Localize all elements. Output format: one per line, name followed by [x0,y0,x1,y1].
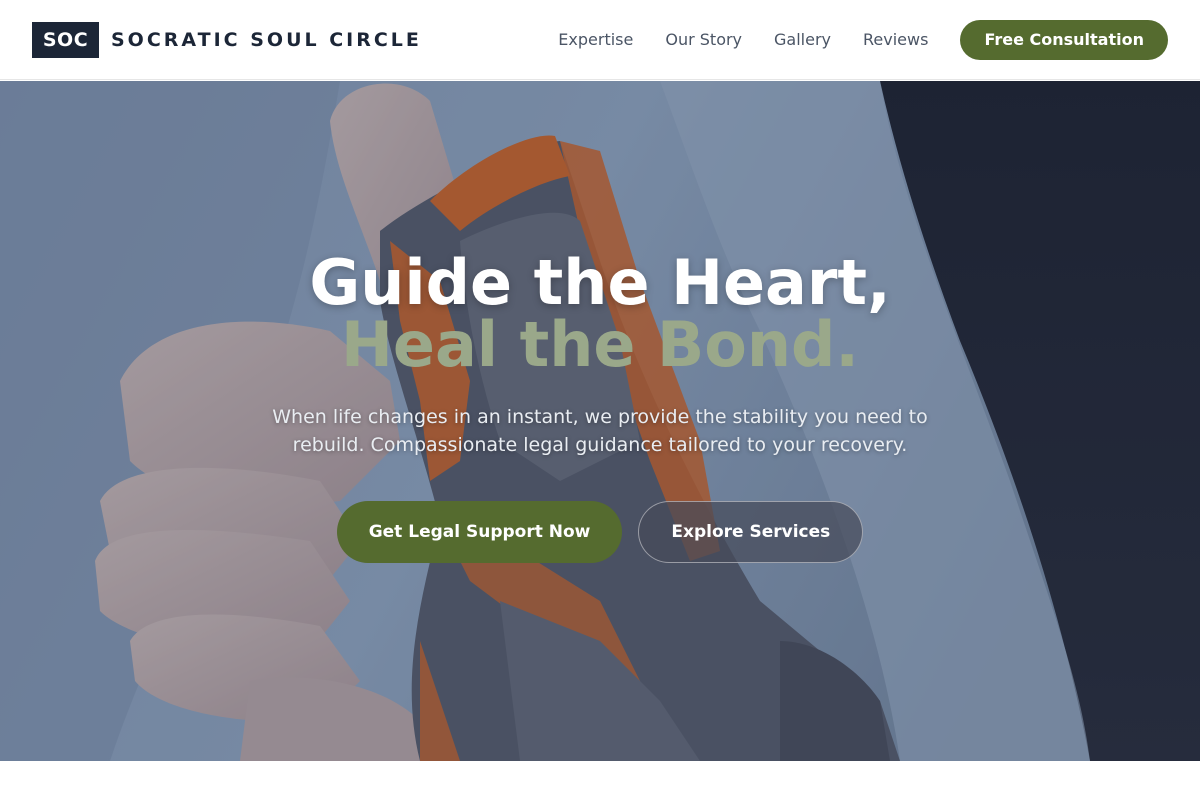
nav-link-reviews[interactable]: Reviews [863,30,928,49]
hero-content: Guide the Heart, Heal the Bond. When lif… [0,251,1200,563]
brand-name[interactable]: SOCRATIC SOUL CIRCLE [111,29,422,51]
hero-title-line-2: Heal the Bond. [341,308,859,381]
explore-services-button[interactable]: Explore Services [638,501,864,563]
brand[interactable]: SOC SOCRATIC SOUL CIRCLE [32,21,422,58]
nav-link-our-story[interactable]: Our Story [665,30,742,49]
logo[interactable]: SOC [32,21,99,58]
next-section-start [0,761,1200,800]
site-header: SOC SOCRATIC SOUL CIRCLE Expertise Our S… [0,0,1200,80]
free-consultation-button[interactable]: Free Consultation [960,19,1168,60]
hero-title: Guide the Heart, Heal the Bond. [0,246,1200,381]
hero-buttons: Get Legal Support Now Explore Services [0,501,1200,563]
nav-link-expertise[interactable]: Expertise [558,30,633,49]
get-legal-support-button[interactable]: Get Legal Support Now [336,501,623,563]
nav-link-gallery[interactable]: Gallery [774,30,831,49]
hero-section: Guide the Heart, Heal the Bond. When lif… [0,81,1200,761]
main-nav: Expertise Our Story Gallery Reviews Free… [558,19,1168,60]
hero-title-line-1: Guide the Heart, [309,246,891,319]
hero-subtitle: When life changes in an instant, we prov… [272,406,928,456]
